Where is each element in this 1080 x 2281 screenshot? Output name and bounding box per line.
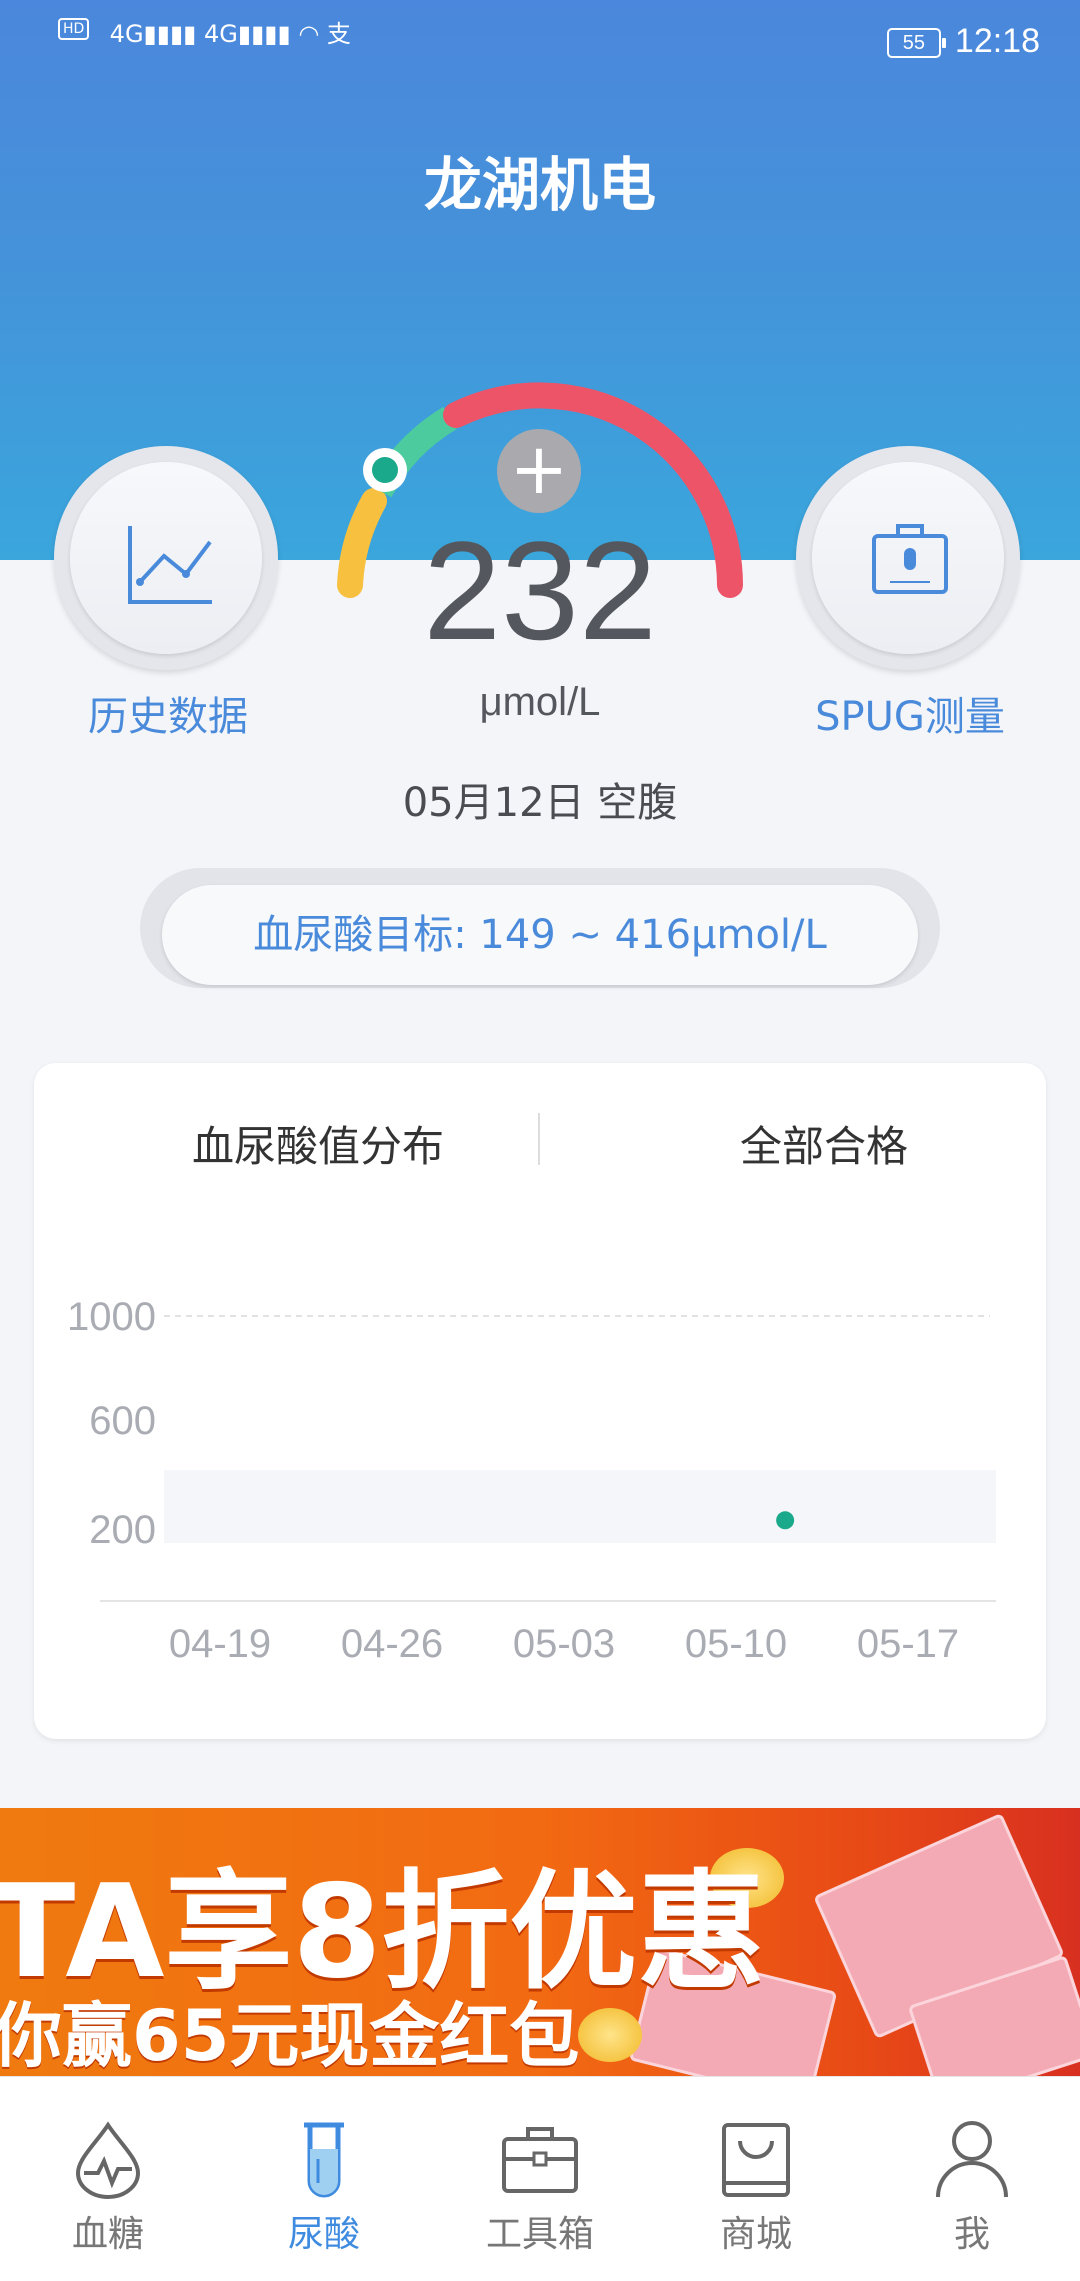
toolbox-icon bbox=[502, 2127, 578, 2193]
tab-mall[interactable]: 商城 bbox=[648, 2077, 864, 2281]
spug-measure-label[interactable]: SPUG测量 bbox=[760, 684, 1060, 742]
device-icon bbox=[872, 524, 948, 594]
tab-blood-sugar[interactable]: 血糖 bbox=[0, 2077, 216, 2281]
add-record-button[interactable]: + bbox=[497, 429, 581, 513]
tab-uric-acid[interactable]: 尿酸 bbox=[216, 2077, 432, 2281]
history-data-button[interactable] bbox=[54, 446, 278, 670]
tab-label: 商城 bbox=[719, 2214, 792, 2255]
line-chart-icon bbox=[128, 526, 212, 604]
tab-label: 工具箱 bbox=[485, 2214, 594, 2255]
target-band bbox=[164, 1470, 996, 1543]
tab-all-pass[interactable]: 全部合格 bbox=[624, 1113, 1024, 1174]
x-tick-label: 05-03 bbox=[513, 1622, 615, 1666]
y-tick-label: 600 bbox=[89, 1399, 156, 1443]
target-range-pill[interactable]: 血尿酸目标: 149 ~ 416μmol/L bbox=[162, 885, 918, 985]
x-tick-label: 04-26 bbox=[341, 1622, 443, 1666]
status-bar: HD 4G▮▮▮▮ 4G▮▮▮▮ ◠ 支 55 12:18 bbox=[0, 0, 1080, 90]
x-tick-label: 05-17 bbox=[857, 1622, 959, 1666]
tab-label: 血糖 bbox=[71, 2214, 144, 2255]
status-time: 12:18 bbox=[954, 22, 1040, 60]
tab-me[interactable]: 我 bbox=[864, 2077, 1080, 2281]
test-tube-icon bbox=[304, 2122, 344, 2198]
status-right: 55 12:18 bbox=[886, 22, 1040, 61]
tab-label: 我 bbox=[953, 2214, 990, 2255]
x-tick-label: 04-19 bbox=[169, 1622, 271, 1666]
coin-image bbox=[578, 2008, 642, 2062]
hd-icon: HD bbox=[58, 18, 90, 40]
promo-banner[interactable]: TA享8折优惠 你赢65元现金红包 bbox=[0, 1808, 1080, 2076]
signal-icon: 4G▮▮▮▮ 4G▮▮▮▮ ◠ 支 bbox=[109, 20, 351, 48]
history-data-label[interactable]: 历史数据 bbox=[18, 684, 318, 742]
tab-toolbox[interactable]: 工具箱 bbox=[432, 2077, 648, 2281]
spug-measure-button[interactable] bbox=[796, 446, 1020, 670]
tab-divider bbox=[538, 1113, 540, 1165]
bottom-tab-bar: 血糖 尿酸 工具箱 商城 我 bbox=[0, 2076, 1080, 2281]
page-title: 龙湖机电 bbox=[423, 151, 656, 219]
blood-drop-icon bbox=[75, 2121, 141, 2199]
tab-distribution[interactable]: 血尿酸值分布 bbox=[118, 1113, 518, 1174]
x-tick-label: 05-10 bbox=[685, 1622, 787, 1666]
distribution-card: 血尿酸值分布 全部合格 1000 600 200 04-19 04-26 05-03 05-… bbox=[34, 1063, 1046, 1739]
y-tick-label: 1000 bbox=[67, 1295, 156, 1339]
uric-acid-value: 232 bbox=[423, 512, 657, 669]
measure-date: 05月12日 空腹 bbox=[402, 780, 678, 826]
uric-acid-unit: μmol/L bbox=[479, 680, 601, 724]
promo-subline: 你赢65元现金红包 bbox=[0, 1995, 580, 2076]
tab-label: 尿酸 bbox=[287, 2214, 360, 2255]
y-tick-label: 200 bbox=[89, 1508, 156, 1552]
uric-acid-chart: 1000 600 200 04-19 04-26 05-03 05-10 05-17 bbox=[67, 1295, 996, 1666]
battery-icon: 55 bbox=[886, 28, 946, 59]
status-left: HD 4G▮▮▮▮ 4G▮▮▮▮ ◠ 支 bbox=[58, 14, 351, 49]
plus-icon: + bbox=[509, 428, 569, 510]
person-icon bbox=[936, 2121, 1008, 2198]
data-point bbox=[776, 1511, 795, 1530]
shopping-bag-icon bbox=[722, 2123, 790, 2197]
